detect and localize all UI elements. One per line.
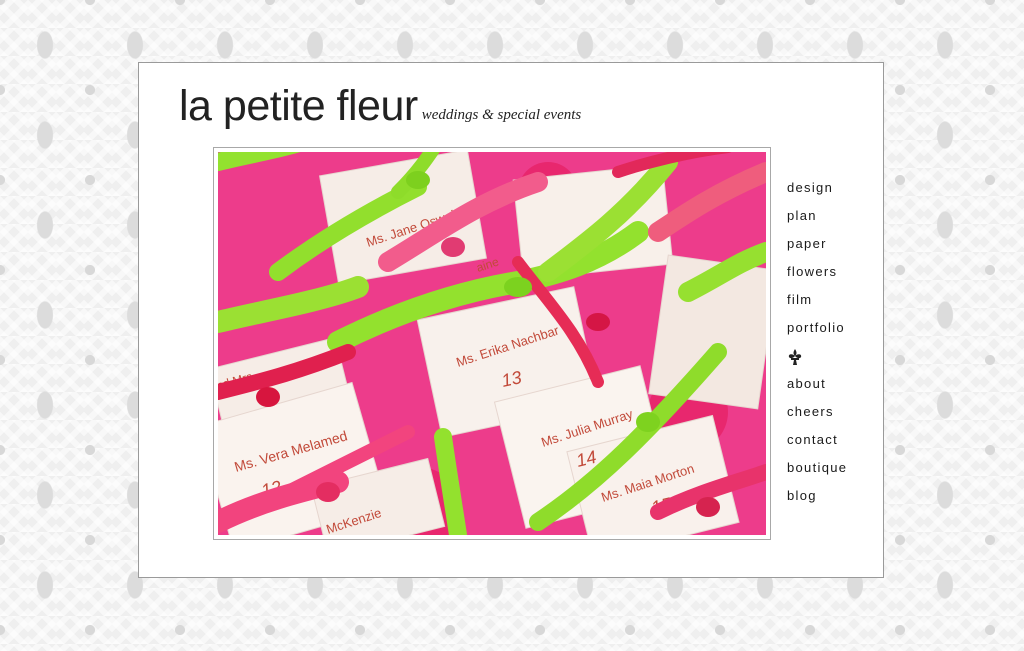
- nav-item-contact[interactable]: contact: [787, 429, 847, 457]
- hero-photo: Ms. Jane Oswald Ms. Erika Nachbar 13 Ms.…: [218, 152, 766, 535]
- nav-item-portfolio[interactable]: portfolio: [787, 317, 847, 345]
- card-number: 13: [500, 367, 524, 391]
- content-frame: la petite fleur weddings & special event…: [138, 62, 884, 578]
- site-logo[interactable]: la petite fleur weddings & special event…: [179, 85, 581, 128]
- nav-item-about[interactable]: about: [787, 373, 847, 401]
- fleur-de-lis-icon: [788, 349, 802, 365]
- nav-separator: [787, 345, 847, 373]
- logo-wordmark: la petite fleur: [179, 82, 418, 130]
- nav-item-plan[interactable]: plan: [787, 205, 847, 233]
- main-nav: design plan paper flowers film portfolio…: [787, 177, 847, 513]
- nav-item-cheers[interactable]: cheers: [787, 401, 847, 429]
- hero-photo-frame: Ms. Jane Oswald Ms. Erika Nachbar 13 Ms.…: [213, 147, 771, 540]
- logo-tagline: weddings & special events: [421, 107, 582, 123]
- nav-item-design[interactable]: design: [787, 177, 847, 205]
- nav-item-paper[interactable]: paper: [787, 233, 847, 261]
- nav-item-blog[interactable]: blog: [787, 485, 847, 513]
- nav-item-boutique[interactable]: boutique: [787, 457, 847, 485]
- nav-item-flowers[interactable]: flowers: [787, 261, 847, 289]
- nav-item-film[interactable]: film: [787, 289, 847, 317]
